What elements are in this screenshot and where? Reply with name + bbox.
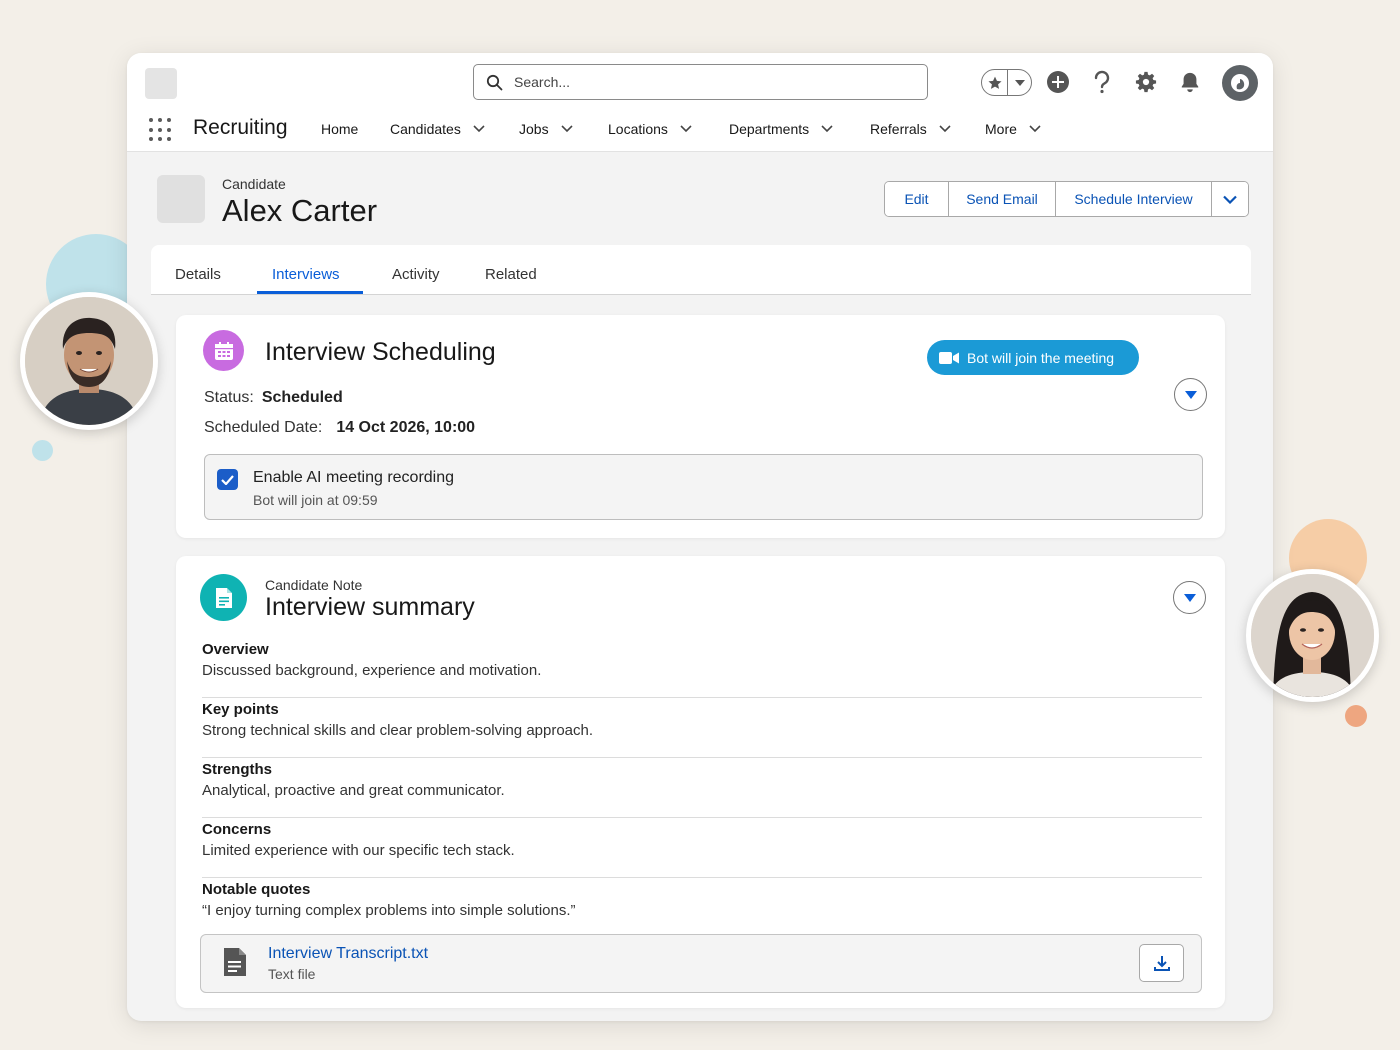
decorative-circle xyxy=(1345,705,1367,727)
search-input[interactable] xyxy=(514,74,894,90)
note-section-key-points: Key points Strong technical skills and c… xyxy=(202,698,1202,758)
decorative-circle xyxy=(32,440,53,461)
nav-item-home[interactable]: Home xyxy=(321,121,358,137)
schedule-interview-button[interactable]: Schedule Interview xyxy=(1056,182,1212,216)
chevron-down-icon[interactable] xyxy=(821,125,833,133)
tab-activity[interactable]: Activity xyxy=(392,266,440,283)
note-title: Interview summary xyxy=(265,593,475,621)
interview-summary-card: Candidate Note Interview summary Overvie… xyxy=(176,556,1225,1008)
global-header: Recruiting Home Candidates Jobs Location… xyxy=(127,53,1273,152)
nav-item-more[interactable]: More xyxy=(985,121,1041,137)
favorites-button[interactable] xyxy=(981,69,1032,96)
video-camera-icon xyxy=(939,351,959,364)
favorites-dropdown-icon[interactable] xyxy=(1008,79,1031,86)
nav-item-candidates[interactable]: Candidates xyxy=(390,121,485,137)
note-type: Candidate Note xyxy=(265,577,363,593)
note-section-concerns: Concerns Limited experience with our spe… xyxy=(202,818,1202,878)
tab-interviews[interactable]: Interviews xyxy=(272,266,340,283)
bot-status-pill: Bot will join the meeting xyxy=(927,340,1139,375)
interview-scheduling-card: Interview Scheduling Bot will join the m… xyxy=(176,315,1225,538)
chevron-down-icon[interactable] xyxy=(561,125,573,133)
global-search[interactable] xyxy=(473,64,928,100)
gear-icon[interactable] xyxy=(1131,67,1161,97)
tab-details[interactable]: Details xyxy=(175,266,221,283)
help-icon[interactable] xyxy=(1087,67,1117,97)
active-tab-indicator xyxy=(257,291,363,294)
document-icon xyxy=(200,574,247,621)
download-button[interactable] xyxy=(1139,944,1184,982)
chevron-down-icon[interactable] xyxy=(939,125,951,133)
ai-recording-checkbox[interactable] xyxy=(217,469,238,490)
record-name: Alex Carter xyxy=(222,193,378,228)
card-title: Interview Scheduling xyxy=(265,338,496,366)
favorites-star-icon[interactable] xyxy=(982,70,1008,95)
record-actions: Edit Send Email Schedule Interview xyxy=(884,181,1249,217)
note-sections: Overview Discussed background, experienc… xyxy=(202,638,1202,938)
app-name: Recruiting xyxy=(193,116,288,139)
nav-item-locations[interactable]: Locations xyxy=(608,121,692,137)
checkmark-icon xyxy=(221,474,234,485)
interviewer-photo xyxy=(1246,569,1379,702)
note-section-strengths: Strengths Analytical, proactive and grea… xyxy=(202,758,1202,818)
scheduled-date-field: Scheduled Date: 14 Oct 2026, 10:00 xyxy=(204,419,476,436)
chevron-down-icon[interactable] xyxy=(473,125,485,133)
candidate-photo xyxy=(20,292,158,430)
nav-item-departments[interactable]: Departments xyxy=(729,121,833,137)
nav-item-jobs[interactable]: Jobs xyxy=(519,121,573,137)
bell-icon[interactable] xyxy=(1175,67,1205,97)
app-nav-bar: Recruiting Home Candidates Jobs Location… xyxy=(127,113,1273,147)
ai-recording-option: Enable AI meeting recording Bot will joi… xyxy=(204,454,1203,520)
more-actions-button[interactable] xyxy=(1212,182,1248,216)
attachment-link[interactable]: Interview Transcript.txt xyxy=(268,945,428,963)
search-icon xyxy=(486,74,503,90)
chevron-down-icon[interactable] xyxy=(680,125,692,133)
chevron-down-icon[interactable] xyxy=(1029,125,1041,133)
collapse-button[interactable] xyxy=(1174,378,1207,411)
download-icon xyxy=(1153,956,1170,971)
app-window: Recruiting Home Candidates Jobs Location… xyxy=(127,53,1273,1021)
calendar-icon xyxy=(203,330,244,371)
attachment-type: Text file xyxy=(268,966,316,982)
note-section-quotes: Notable quotes “I enjoy turning complex … xyxy=(202,881,576,919)
record-header: Candidate Alex Carter Edit Send Email Sc… xyxy=(157,173,1257,228)
tab-related[interactable]: Related xyxy=(485,266,537,283)
org-logo xyxy=(145,68,177,99)
ai-recording-subtext: Bot will join at 09:59 xyxy=(253,492,378,508)
nav-item-referrals[interactable]: Referrals xyxy=(870,121,951,137)
file-icon xyxy=(223,947,247,982)
note-section-overview: Overview Discussed background, experienc… xyxy=(202,638,1202,698)
edit-button[interactable]: Edit xyxy=(885,182,949,216)
status-field: Status: Scheduled xyxy=(204,389,343,406)
record-tabs: Details Interviews Activity Related xyxy=(151,245,1251,295)
ai-recording-label: Enable AI meeting recording xyxy=(253,469,455,486)
chevron-down-icon xyxy=(1223,195,1237,204)
collapse-button[interactable] xyxy=(1173,581,1206,614)
send-email-button[interactable]: Send Email xyxy=(949,182,1056,216)
plus-circle-icon[interactable] xyxy=(1043,67,1073,97)
app-launcher-icon[interactable] xyxy=(149,118,173,142)
chevron-down-icon xyxy=(1184,390,1197,399)
user-avatar[interactable] xyxy=(1222,65,1258,101)
record-icon xyxy=(157,175,205,223)
chevron-down-icon xyxy=(1183,593,1196,602)
attachment-row: Interview Transcript.txt Text file xyxy=(200,934,1202,993)
record-type: Candidate xyxy=(222,176,286,192)
